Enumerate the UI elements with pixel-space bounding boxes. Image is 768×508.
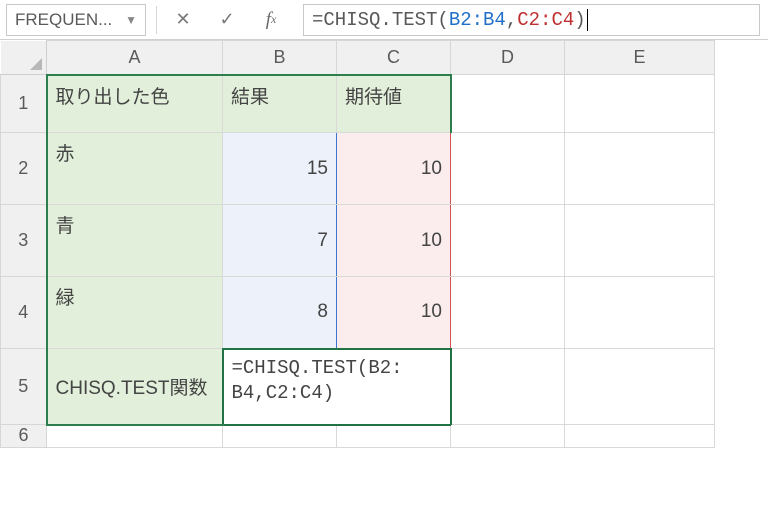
row-2: 2 赤 15 10 [1,133,715,205]
cell-D4[interactable] [451,277,565,349]
cell-B3[interactable]: 7 [223,205,337,277]
editing-line2: B4,C2:C4) [232,382,335,404]
cell-D5[interactable] [451,349,565,425]
col-header-C[interactable]: C [337,41,451,75]
cell-E6[interactable] [565,425,715,448]
row-header-1[interactable]: 1 [1,75,47,133]
cell-B1[interactable]: 結果 [223,75,337,133]
cell-E1[interactable] [565,75,715,133]
cell-C2[interactable]: 10 [337,133,451,205]
cancel-icon[interactable]: ✕ [165,4,201,36]
col-header-E[interactable]: E [565,41,715,75]
row-1: 1 取り出した色 結果 期待値 [1,75,715,133]
cell-E5[interactable] [565,349,715,425]
cell-E4[interactable] [565,277,715,349]
row-header-3[interactable]: 3 [1,205,47,277]
fx-icon[interactable]: fx [253,4,289,36]
column-header-row: A B C D E [1,41,715,75]
row-3: 3 青 7 10 [1,205,715,277]
cell-B6[interactable] [223,425,337,448]
formula-part: =CHISQ.TEST( [312,9,449,31]
cell-E3[interactable] [565,205,715,277]
cell-D1[interactable] [451,75,565,133]
cell-C3[interactable]: 10 [337,205,451,277]
cell-E2[interactable] [565,133,715,205]
col-header-D[interactable]: D [451,41,565,75]
row-header-6[interactable]: 6 [1,425,47,448]
divider [156,6,157,34]
cell-A1[interactable]: 取り出した色 [47,75,223,133]
cell-A3[interactable]: 青 [47,205,223,277]
cell-D3[interactable] [451,205,565,277]
formula-bar: FREQUEN... ▼ ✕ ✓ fx =CHISQ.TEST(B2:B4,C2… [0,0,768,40]
cell-C1[interactable]: 期待値 [337,75,451,133]
cell-B4[interactable]: 8 [223,277,337,349]
row-header-2[interactable]: 2 [1,133,47,205]
row-6: 6 [1,425,715,448]
cell-A6[interactable] [47,425,223,448]
confirm-icon[interactable]: ✓ [209,4,245,36]
name-box[interactable]: FREQUEN... ▼ [6,4,146,36]
cell-D6[interactable] [451,425,565,448]
text-caret [587,9,588,31]
cell-A2[interactable]: 赤 [47,133,223,205]
cell-C6[interactable] [337,425,451,448]
formula-input[interactable]: =CHISQ.TEST(B2:B4,C2:C4) [303,4,760,36]
chevron-down-icon: ▼ [125,13,137,27]
cell-B2[interactable]: 15 [223,133,337,205]
row-header-5[interactable]: 5 [1,349,47,425]
spreadsheet[interactable]: A B C D E 1 取り出した色 結果 期待値 2 赤 15 10 3 青 … [0,40,768,448]
row-header-4[interactable]: 4 [1,277,47,349]
cell-A5[interactable]: CHISQ.TEST関数 [47,349,223,425]
formula-arg1: B2:B4 [449,9,506,31]
editing-line1: =CHISQ.TEST(B2: [232,357,403,379]
cell-C4[interactable]: 10 [337,277,451,349]
cell-A4[interactable]: 緑 [47,277,223,349]
name-box-text: FREQUEN... [15,10,112,30]
cell-D2[interactable] [451,133,565,205]
grid: A B C D E 1 取り出した色 結果 期待値 2 赤 15 10 3 青 … [0,40,715,448]
col-header-B[interactable]: B [223,41,337,75]
formula-arg2: C2:C4 [517,9,574,31]
formula-suffix: ) [574,9,585,31]
row-5: 5 CHISQ.TEST関数 =CHISQ.TEST(B2: B4,C2:C4) [1,349,715,425]
select-all-corner[interactable] [1,41,47,75]
col-header-A[interactable]: A [47,41,223,75]
formula-sep: , [506,9,517,31]
cell-B5-editing[interactable]: =CHISQ.TEST(B2: B4,C2:C4) [223,349,451,425]
row-4: 4 緑 8 10 [1,277,715,349]
